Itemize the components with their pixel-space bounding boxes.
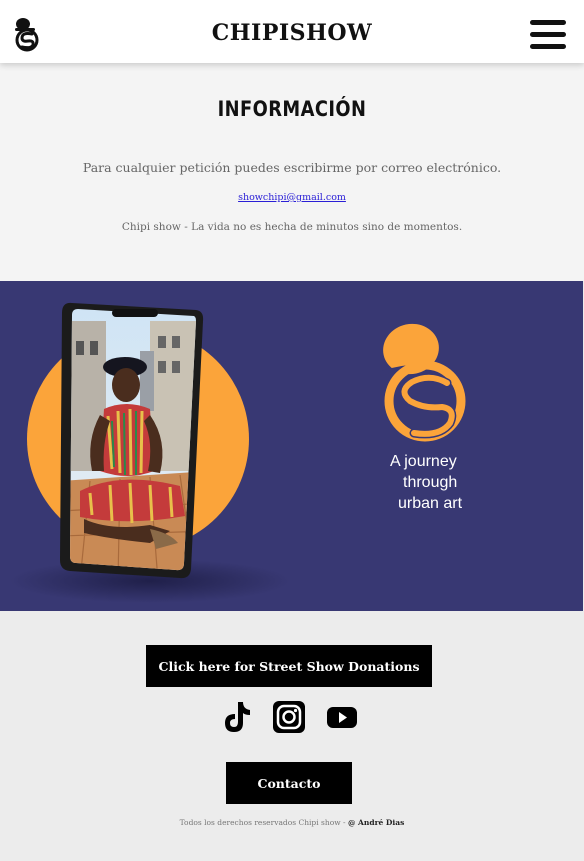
chipishow-banner-logo [379, 323, 466, 442]
contact-button[interactable]: Contacto [226, 762, 352, 804]
promo-banner: A journey through urban art [0, 281, 583, 611]
instagram-icon[interactable] [272, 700, 306, 734]
info-quote: Chipi show - La vida no es hecha de minu… [121, 221, 463, 233]
site-footer: Click here for Street Show Donations Con… [0, 611, 584, 861]
tiktok-icon[interactable] [219, 700, 253, 734]
copyright-notice: Todos los derechos reservados Chipi show… [0, 818, 584, 827]
tagline-line: A journey [390, 453, 457, 470]
info-section: INFORMACIÓN Para cualquier petición pued… [0, 63, 584, 281]
email-link[interactable]: showchipi@gmail.com [238, 192, 346, 203]
banner-artwork [10, 302, 466, 603]
info-text: Para cualquier petición puedes escribirm… [82, 160, 502, 175]
tagline-line: through [403, 474, 458, 491]
site-header: CHIPISHOW [0, 0, 584, 63]
site-title[interactable]: CHIPISHOW [0, 20, 584, 46]
copyright-text: Todos los derechos reservados Chipi show… [179, 818, 348, 827]
author-credit[interactable]: @ André Dias [348, 818, 404, 827]
info-heading: INFORMACIÓN [217, 97, 367, 121]
email-link-wrapper: showchipi@gmail.com [0, 192, 584, 203]
hamburger-menu-icon[interactable] [530, 20, 566, 50]
donations-button[interactable]: Click here for Street Show Donations [146, 645, 432, 687]
youtube-icon[interactable] [325, 700, 359, 734]
tagline-line: urban art [398, 495, 463, 512]
